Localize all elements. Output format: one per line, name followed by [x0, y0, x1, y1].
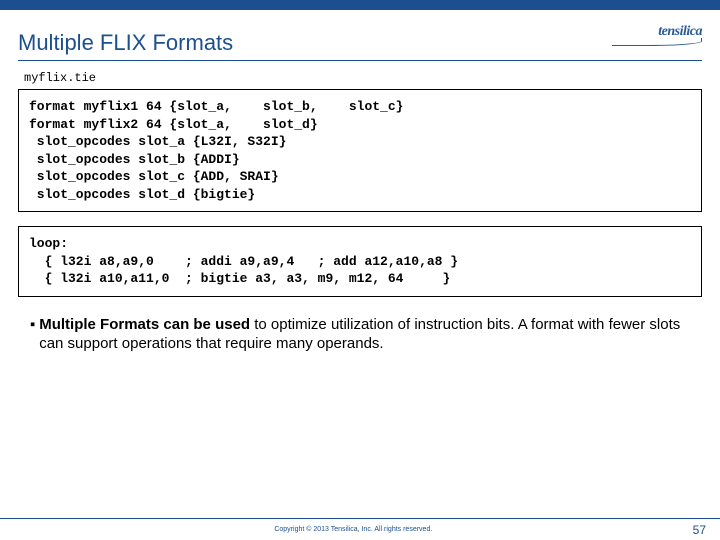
footer: Copyright © 2013 Tensilica, Inc. All rig… [0, 518, 720, 540]
body-paragraph: ▪ Multiple Formats can be used to optimi… [30, 315, 690, 354]
title-wrap: Multiple FLIX Formats [18, 14, 612, 56]
code-block-formats: format myflix1 64 {slot_a, slot_b, slot_… [18, 89, 702, 212]
page-number: 57 [693, 523, 706, 537]
footer-copyright: Copyright © 2013 Tensilica, Inc. All rig… [14, 526, 693, 533]
header-row: Multiple FLIX Formats tensilica [0, 10, 720, 56]
filename-label: myflix.tie [24, 71, 720, 85]
code-block-loop: loop: { l32i a8,a9,0 ; addi a9,a9,4 ; ad… [18, 226, 702, 297]
top-color-band [0, 0, 720, 10]
logo: tensilica [612, 24, 702, 46]
header-divider [18, 60, 702, 61]
page-title: Multiple FLIX Formats [18, 30, 612, 56]
bullet-icon: ▪ [30, 315, 39, 354]
body-bold: Multiple Formats can be used [39, 316, 250, 333]
